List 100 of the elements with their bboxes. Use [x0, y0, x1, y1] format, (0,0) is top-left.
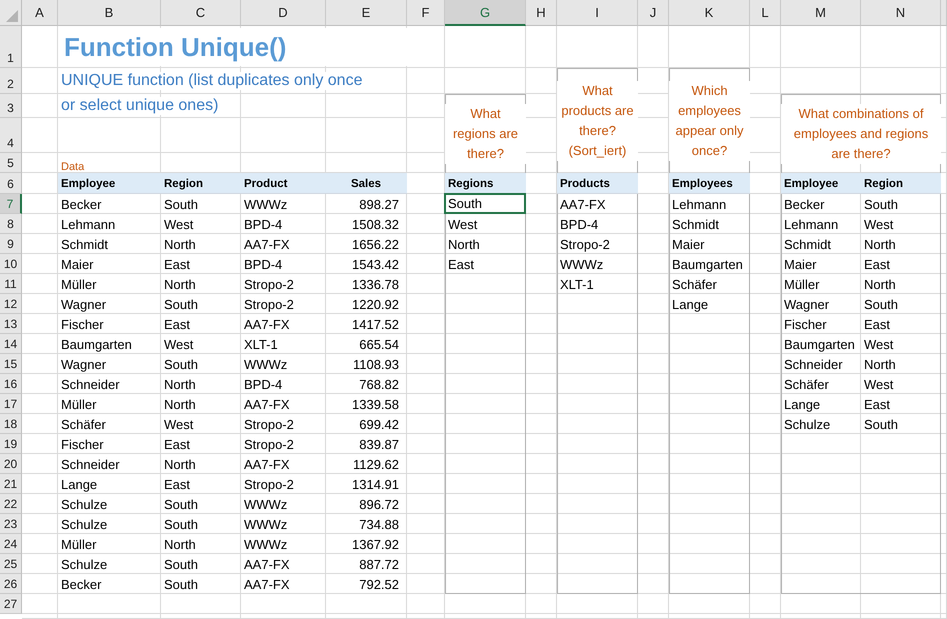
row-header[interactable]: 10: [0, 254, 22, 274]
row-header[interactable]: 17: [0, 394, 22, 414]
table-cell-text: West: [163, 416, 194, 432]
row-header[interactable]: 7: [0, 194, 22, 214]
table-cell-text: Stropo-2: [243, 276, 295, 292]
column-header[interactable]: E: [326, 0, 407, 26]
table-header: Employee: [783, 178, 840, 190]
table-cell-text: Müller: [60, 276, 98, 292]
table-cell-text: 898.27: [358, 196, 400, 212]
table-cell-text: Schulze: [60, 516, 108, 532]
table-cell-text: Schulze: [783, 416, 832, 432]
row-header[interactable]: 5: [0, 153, 22, 173]
table-cell-text: Baumgarten: [671, 256, 744, 272]
column-header[interactable]: L: [750, 0, 781, 26]
row-header[interactable]: 6: [0, 173, 22, 194]
table-cell-text: West: [863, 216, 894, 232]
row-header[interactable]: 27: [0, 594, 22, 614]
row-header[interactable]: 26: [0, 574, 22, 594]
table-cell-text: 1314.91: [351, 476, 400, 492]
table-cell-text: 1656.22: [351, 236, 400, 252]
table-cell-text: North: [163, 456, 197, 472]
table-cell-text: West: [163, 216, 194, 232]
row-header[interactable]: 18: [0, 414, 22, 434]
table-cell-text: North: [863, 236, 897, 252]
column-header[interactable]: N: [861, 0, 941, 26]
question-text: What products are there? (Sort_iert): [557, 80, 638, 160]
table-cell-text: North: [163, 396, 197, 412]
select-all-icon[interactable]: [6, 10, 18, 22]
row-header[interactable]: 4: [0, 118, 22, 153]
table-cell-text: 1129.62: [352, 456, 400, 472]
row-header[interactable]: 14: [0, 334, 22, 354]
column-header[interactable]: M: [781, 0, 861, 26]
table-cell-text: AA7-FX: [243, 396, 291, 412]
row-header[interactable]: 25: [0, 554, 22, 574]
column-header[interactable]: F: [407, 0, 445, 26]
table-cell-text: XLT-1: [243, 336, 279, 352]
column-header[interactable]: J: [638, 0, 669, 26]
row-header[interactable]: 8: [0, 214, 22, 234]
table-cell-text: Schäfer: [60, 416, 107, 432]
row-header[interactable]: 9: [0, 234, 22, 254]
table-cell-text: Schmidt: [60, 236, 109, 252]
table-cell-text: 1508.32: [351, 216, 400, 232]
table-cell-text: WWWz: [243, 356, 288, 372]
column-header[interactable]: D: [241, 0, 326, 26]
table-cell-text: East: [163, 256, 192, 272]
table-cell-text: WWWz: [243, 516, 288, 532]
table-cell-text: WWWz: [243, 196, 288, 212]
row-header[interactable]: 21: [0, 474, 22, 494]
row-header[interactable]: 15: [0, 354, 22, 374]
table-cell-text: XLT-1: [559, 276, 595, 292]
table-cell-text: Lange: [671, 296, 710, 312]
row-header[interactable]: 12: [0, 294, 22, 314]
row-header[interactable]: 1: [0, 26, 22, 68]
column-header[interactable]: C: [161, 0, 241, 26]
table-cell-text: South: [163, 356, 199, 372]
column-header[interactable]: H: [526, 0, 557, 26]
row-header[interactable]: 16: [0, 374, 22, 394]
table-cell-text: 792.52: [358, 576, 400, 592]
table-cell-text: 887.72: [358, 556, 400, 572]
table-cell-text: Lange: [60, 476, 98, 492]
table-cell-text: BPD-4: [559, 216, 600, 232]
table-header: Region: [163, 178, 204, 190]
table-cell-text: 1220.92: [351, 296, 400, 312]
row-header[interactable]: 19: [0, 434, 22, 454]
column-header[interactable]: A: [22, 0, 58, 26]
table-cell-text: North: [163, 276, 197, 292]
table-cell-text: Lehmann: [60, 216, 116, 232]
table-cell-text: East: [863, 396, 892, 412]
row-header[interactable]: 2: [0, 68, 22, 94]
column-header[interactable]: B: [58, 0, 161, 26]
table-header: Product: [243, 178, 288, 190]
table-cell-text: Maier: [60, 256, 95, 272]
table-cell-text: Fischer: [60, 436, 105, 452]
table-cell-text: Becker: [60, 196, 102, 212]
row-header[interactable]: 23: [0, 514, 22, 534]
question-text: What combinations of employees and regions are there?: [781, 104, 941, 164]
table-cell-text: BPD-4: [243, 216, 284, 232]
column-header[interactable]: [941, 0, 947, 26]
column-header[interactable]: K: [669, 0, 750, 26]
row-header[interactable]: 13: [0, 314, 22, 334]
table-cell-text: WWWz: [243, 496, 288, 512]
table-cell-text: 1339.58: [351, 396, 400, 412]
table-cell-text: South: [863, 416, 899, 432]
row-header[interactable]: 3: [0, 94, 22, 118]
table-cell-text: Baumgarten: [783, 336, 856, 352]
column-header[interactable]: I: [557, 0, 638, 26]
table-cell-text: 839.87: [358, 436, 400, 452]
row-header[interactable]: 22: [0, 494, 22, 514]
row-header[interactable]: 11: [0, 274, 22, 294]
table-header: Sales: [350, 178, 382, 190]
table-cell-text: 1417.52: [351, 316, 400, 332]
row-header[interactable]: 24: [0, 534, 22, 554]
column-header[interactable]: G: [445, 0, 526, 26]
table-cell-text: WWWz: [559, 256, 604, 272]
table-cell-text: East: [863, 256, 892, 272]
table-cell-text: Stropo-2: [243, 436, 295, 452]
row-header[interactable]: 20: [0, 454, 22, 474]
table-cell-text: Becker: [783, 196, 826, 212]
table-cell-text: Schulze: [60, 496, 108, 512]
table-cell-text: South: [863, 296, 899, 312]
